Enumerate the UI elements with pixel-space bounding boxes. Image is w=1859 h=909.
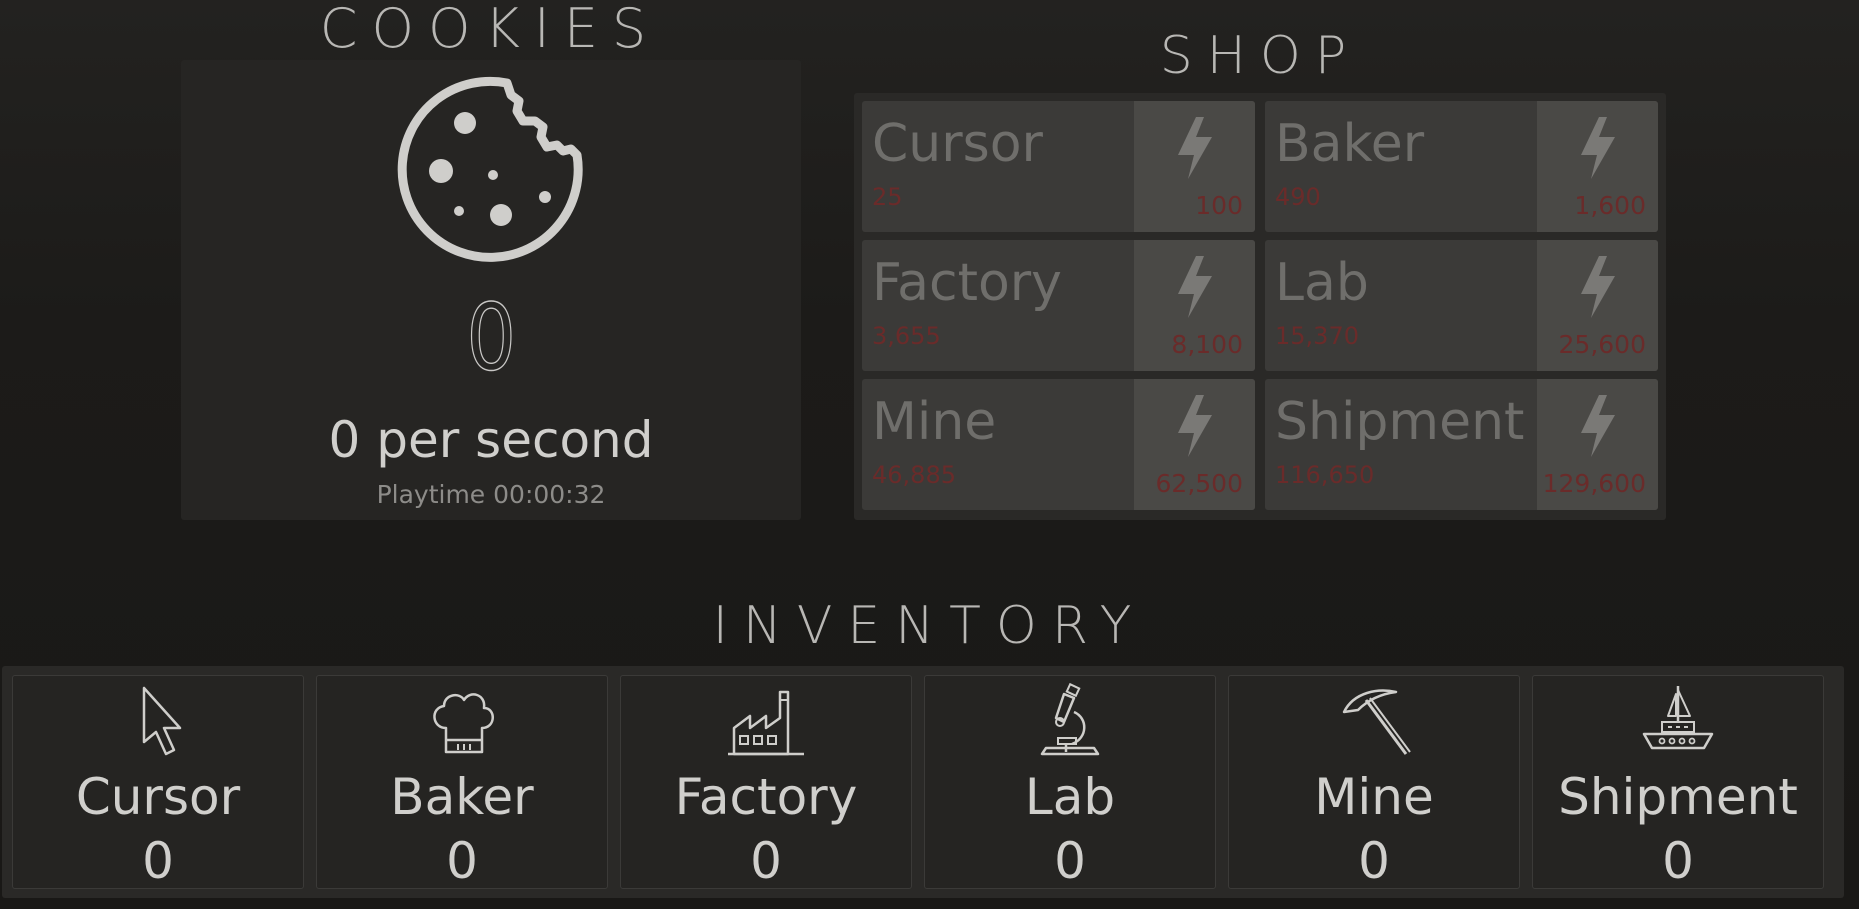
shop-panel: Cursor 25 100 Baker 490 1,600 Factory 3,… — [854, 93, 1666, 520]
inventory-item-name: Shipment — [1558, 768, 1798, 826]
microscope-icon — [1040, 682, 1100, 756]
cookie-icon[interactable] — [395, 75, 587, 267]
inventory-item-count: 0 — [1358, 832, 1390, 890]
shop-item-power-box: 25,600 — [1537, 240, 1658, 371]
inventory-item-name: Lab — [1024, 768, 1116, 826]
inventory-item-name: Factory — [674, 768, 858, 826]
shop-item-power: 100 — [1195, 191, 1243, 220]
shop-item-power: 129,600 — [1542, 469, 1646, 498]
shop-grid: Cursor 25 100 Baker 490 1,600 Factory 3,… — [862, 101, 1658, 510]
cursor-arrow-icon — [142, 686, 182, 756]
pickaxe-icon — [1342, 689, 1411, 755]
shop-item-name: Shipment — [1275, 392, 1525, 452]
shop-item-price: 116,650 — [1275, 461, 1375, 489]
shop-item-power-box: 129,600 — [1537, 379, 1658, 510]
lightning-bolt-icon — [1178, 117, 1212, 179]
inventory-panel: Cursor 0 Baker 0 Factory 0 Lab 0 Mine 0 … — [2, 666, 1844, 898]
shop-item-power: 62,500 — [1155, 469, 1243, 498]
inventory-item-lab: Lab 0 — [924, 675, 1216, 889]
inventory-item-shipment: Shipment 0 — [1532, 675, 1824, 889]
ship-icon — [1642, 686, 1714, 750]
inventory-item-count: 0 — [750, 832, 782, 890]
shop-item-baker[interactable]: Baker 490 1,600 — [1265, 101, 1658, 232]
playtime: Playtime 00:00:32 — [376, 480, 606, 509]
shop-item-mine[interactable]: Mine 46,885 62,500 — [862, 379, 1255, 510]
lightning-bolt-icon — [1178, 395, 1212, 457]
lightning-bolt-icon — [1581, 117, 1615, 179]
shop-item-name: Factory — [872, 253, 1062, 313]
inventory-item-factory: Factory 0 — [620, 675, 912, 889]
shop-item-price: 46,885 — [872, 461, 956, 489]
inventory-grid: Cursor 0 Baker 0 Factory 0 Lab 0 Mine 0 … — [12, 675, 1824, 889]
inventory-title: INVENTORY — [712, 596, 1147, 656]
cookie-panel: 0 0 per second Playtime 00:00:32 — [181, 60, 801, 520]
inventory-item-count: 0 — [142, 832, 174, 890]
shop-item-name: Lab — [1275, 253, 1369, 313]
inventory-item-name: Mine — [1314, 768, 1434, 826]
cookies-per-second: 0 per second — [328, 411, 654, 469]
inventory-item-mine: Mine 0 — [1228, 675, 1520, 889]
shop-item-power: 25,600 — [1558, 330, 1646, 359]
shop-item-power: 8,100 — [1171, 330, 1243, 359]
lightning-bolt-icon — [1581, 395, 1615, 457]
shop-item-name: Cursor — [872, 114, 1043, 174]
cookies-title: COOKIES — [319, 0, 661, 60]
cookie-count: 0 — [466, 284, 517, 391]
shop-item-power-box: 62,500 — [1134, 379, 1255, 510]
shop-item-shipment[interactable]: Shipment 116,650 129,600 — [1265, 379, 1658, 510]
shop-item-price: 15,370 — [1275, 322, 1359, 350]
shop-title: SHOP — [1159, 26, 1361, 86]
lightning-bolt-icon — [1581, 256, 1615, 318]
factory-icon — [728, 690, 804, 756]
shop-item-power: 1,600 — [1574, 191, 1646, 220]
shop-item-name: Baker — [1275, 114, 1425, 174]
inventory-item-count: 0 — [1662, 832, 1694, 890]
shop-item-name: Mine — [872, 392, 997, 452]
shop-item-price: 3,655 — [872, 322, 941, 350]
shop-item-power-box: 8,100 — [1134, 240, 1255, 371]
shop-item-cursor[interactable]: Cursor 25 100 — [862, 101, 1255, 232]
chef-hat-icon — [433, 693, 494, 754]
shop-item-factory[interactable]: Factory 3,655 8,100 — [862, 240, 1255, 371]
shop-item-price: 490 — [1275, 183, 1321, 211]
inventory-item-name: Baker — [390, 768, 534, 826]
inventory-item-baker: Baker 0 — [316, 675, 608, 889]
inventory-item-count: 0 — [1054, 832, 1086, 890]
shop-item-power-box: 1,600 — [1537, 101, 1658, 232]
shop-item-price: 25 — [872, 183, 903, 211]
inventory-item-count: 0 — [446, 832, 478, 890]
inventory-item-cursor: Cursor 0 — [12, 675, 304, 889]
inventory-item-name: Cursor — [75, 768, 241, 826]
shop-item-power-box: 100 — [1134, 101, 1255, 232]
shop-item-lab[interactable]: Lab 15,370 25,600 — [1265, 240, 1658, 371]
lightning-bolt-icon — [1178, 256, 1212, 318]
